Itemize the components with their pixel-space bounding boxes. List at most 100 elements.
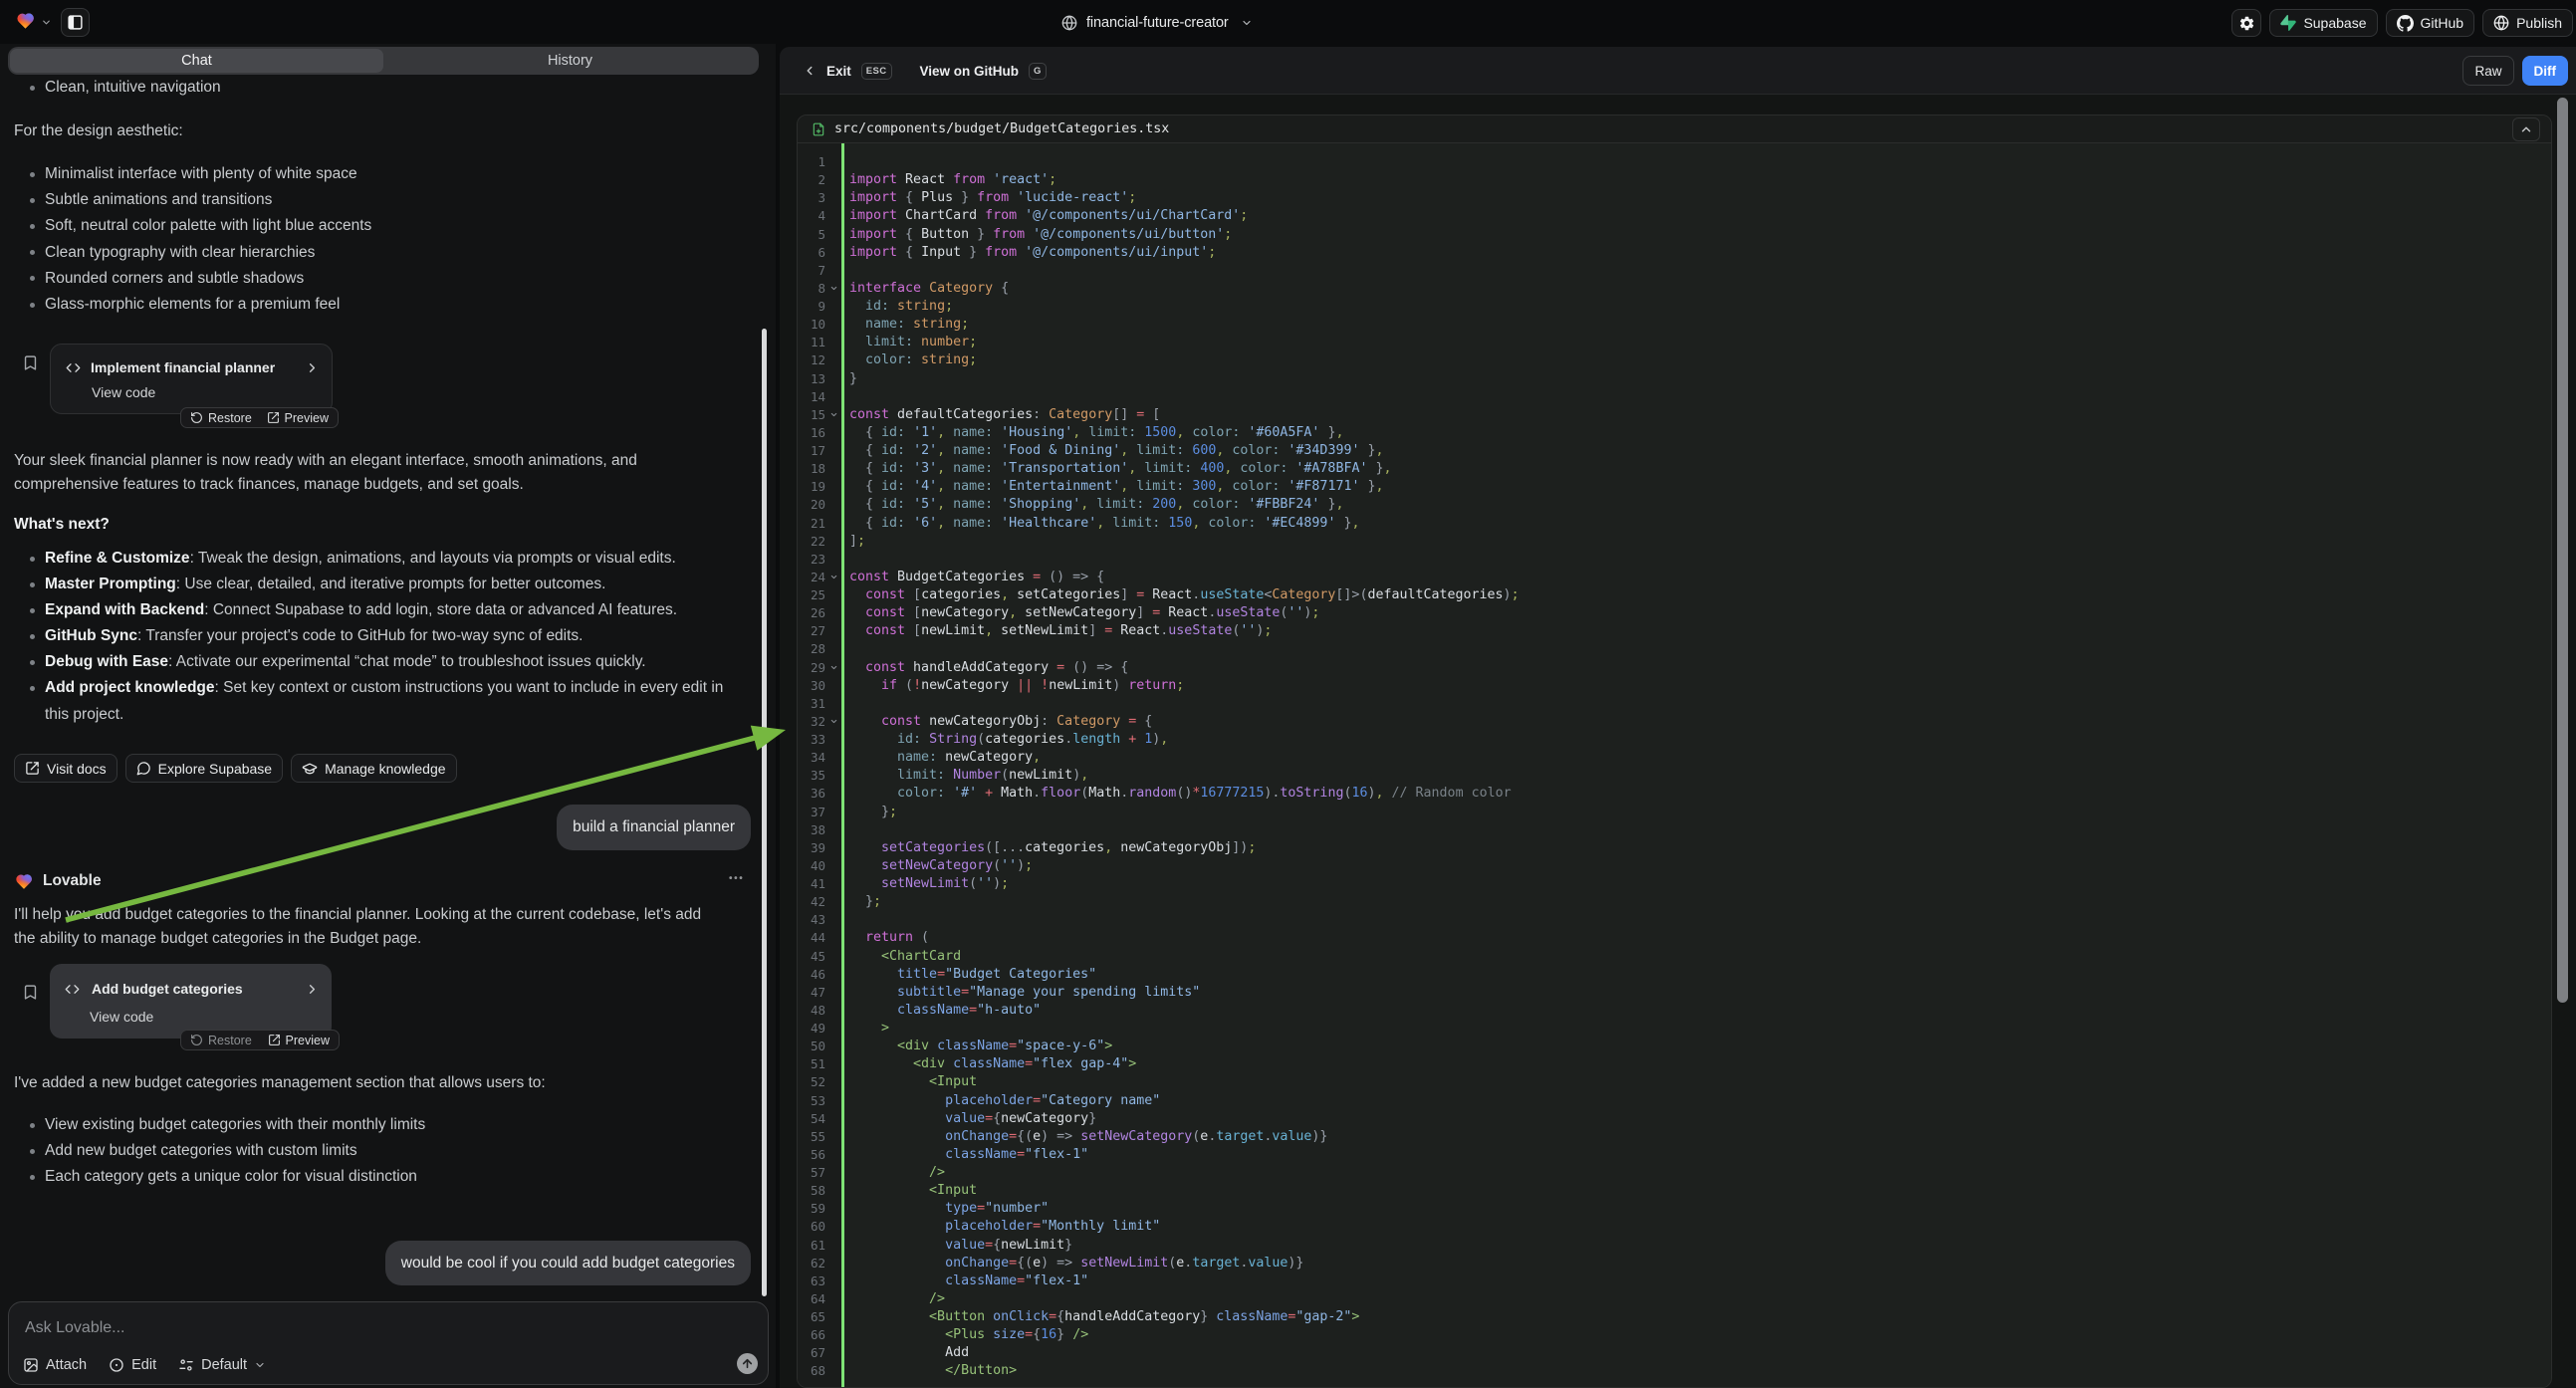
code-line-text: setNewLimit('');	[849, 875, 1009, 893]
attach-button[interactable]: Attach	[23, 1357, 87, 1373]
fold-chevron-icon[interactable]	[829, 410, 838, 419]
fold-chevron-icon[interactable]	[829, 663, 838, 672]
version-card-add-budget-categories[interactable]: Add budget categories View code	[50, 964, 332, 1039]
tab-chat[interactable]: Chat	[10, 49, 383, 73]
code-token: 150	[1160, 516, 1192, 531]
fold-chevron-icon[interactable]	[829, 717, 838, 726]
code-token: ()	[1176, 786, 1192, 801]
line-number: 10	[798, 316, 825, 334]
version-card-title: Implement financial planner	[91, 359, 275, 375]
code-line: 53 placeholder="Category name"	[798, 1092, 2551, 1110]
code-token: "gap-2"	[1295, 1309, 1351, 1324]
line-number: 9	[798, 298, 825, 316]
code-token: setNewLimit	[993, 623, 1088, 638]
code-token: id:	[849, 732, 921, 747]
fold-chevron-icon[interactable]	[829, 284, 838, 293]
code-token: {	[849, 497, 881, 512]
bullet-bold-lead: Expand with Backend	[45, 601, 204, 618]
code-token: <Input	[849, 1074, 977, 1089]
code-line: 54 value={newCategory}	[798, 1110, 2551, 1128]
version-card-implement-financial-planner[interactable]: Implement financial planner View code	[50, 344, 333, 414]
code-token: ,	[937, 497, 945, 512]
bullet-item: Debug with Ease: Activate our experiment…	[14, 649, 751, 675]
code-panel-scrollbar[interactable]	[2557, 98, 2568, 1003]
code-token: "flex gap-4"	[1033, 1056, 1128, 1071]
fold-chevron-icon[interactable]	[829, 573, 838, 581]
code-token: ,	[1160, 732, 1168, 747]
line-number: 32	[798, 713, 825, 731]
edit-mode-button[interactable]: Edit	[109, 1357, 156, 1373]
bullet-item: Glass-morphic elements for a premium fee…	[14, 292, 736, 318]
code-line-text: { id: '3', name: 'Transportation', limit…	[849, 460, 1392, 478]
explore-supabase-button[interactable]: Explore Supabase	[125, 754, 283, 783]
supabase-button[interactable]: Supabase	[2269, 9, 2377, 37]
code-token: [	[905, 587, 921, 602]
view-code-link[interactable]: View code	[51, 375, 332, 400]
restore-button[interactable]: Restore	[190, 411, 252, 425]
code-token: ;	[1512, 587, 1520, 602]
preview-button[interactable]: Preview	[267, 411, 329, 425]
code-token: '@/components/ui/input'	[1017, 245, 1208, 260]
github-button[interactable]: GitHub	[2386, 9, 2475, 37]
code-line: 45 <ChartCard	[798, 948, 2551, 966]
code-token: className	[849, 1003, 969, 1018]
preview-button[interactable]: Preview	[268, 1034, 330, 1047]
code-line-text: value={newCategory}	[849, 1110, 1096, 1128]
settings-button[interactable]	[2231, 9, 2261, 37]
publish-button[interactable]: Publish	[2482, 9, 2573, 37]
view-code-link[interactable]: View code	[50, 997, 332, 1025]
line-number: 66	[798, 1326, 825, 1344]
code-token: className	[929, 1039, 1009, 1053]
explore-supabase-label: Explore Supabase	[158, 761, 272, 777]
diff-button[interactable]: Diff	[2522, 56, 2569, 86]
lovable-logo-heart-icon[interactable]	[15, 10, 36, 31]
chat-input-box[interactable]: Ask Lovable... Attach Edit Default	[8, 1301, 769, 1385]
restore-button[interactable]: Restore	[190, 1034, 252, 1047]
exit-button[interactable]: Exit	[826, 64, 851, 79]
message-options-button[interactable]: •••	[729, 873, 744, 884]
raw-button[interactable]: Raw	[2462, 56, 2513, 86]
code-token: floor	[1041, 786, 1080, 801]
code-line: 43	[798, 911, 2551, 929]
code-token: newCategory	[921, 678, 1009, 693]
visit-docs-button[interactable]: Visit docs	[14, 754, 117, 783]
code-line: 44 return (	[798, 929, 2551, 947]
file-header[interactable]: src/components/budget/BudgetCategories.t…	[798, 116, 2551, 143]
line-number: 42	[798, 893, 825, 911]
code-line-text: limit: number;	[849, 334, 977, 351]
view-on-github-button[interactable]: View on GitHub	[920, 64, 1020, 79]
logo-chevron-down-icon[interactable]	[41, 17, 52, 28]
collapse-file-button[interactable]	[2512, 117, 2540, 141]
code-line: 4import ChartCard from '@/components/ui/…	[798, 207, 2551, 225]
mode-selector[interactable]: Default	[178, 1357, 266, 1373]
chat-scroll-area[interactable]: Clean, intuitive navigation For the desi…	[0, 74, 776, 1301]
code-editor-area[interactable]: 12import React from 'react';3import { Pl…	[798, 143, 2551, 1388]
code-line-text: { id: '5', name: 'Shopping', limit: 200,…	[849, 496, 1343, 514]
code-toolbar-left: Exit ESC View on GitHub G	[803, 47, 1047, 95]
project-selector[interactable]: financial-future-creator	[1061, 8, 1253, 37]
project-name: financial-future-creator	[1086, 15, 1229, 31]
code-token: '#EC4899'	[1256, 516, 1335, 531]
chevron-right-icon[interactable]	[305, 982, 320, 997]
code-token: ;	[1001, 876, 1009, 891]
bookmark-icon[interactable]	[22, 354, 39, 371]
code-token: limit:	[1088, 497, 1144, 512]
lovable-heart-icon	[14, 871, 34, 891]
code-token: color:	[1200, 516, 1256, 531]
code-token: />	[849, 1291, 945, 1306]
send-button[interactable]	[737, 1353, 758, 1374]
code-token: className	[1208, 1309, 1288, 1324]
bookmark-icon[interactable]	[22, 984, 39, 1001]
line-number: 20	[798, 496, 825, 514]
manage-knowledge-button[interactable]: Manage knowledge	[291, 754, 456, 783]
code-token: }	[849, 894, 873, 909]
code-token: ) =>	[1041, 1256, 1072, 1271]
code-line-text: const [categories, setCategories] = Reac…	[849, 586, 1520, 604]
code-line: 14	[798, 388, 2551, 406]
tab-history[interactable]: History	[383, 49, 757, 73]
sidebar-toggle-button[interactable]	[61, 8, 90, 37]
chevron-right-icon[interactable]	[305, 360, 320, 375]
bullet-item: Add project knowledge: Set key context o…	[14, 675, 751, 727]
chat-scrollbar[interactable]	[762, 329, 767, 1296]
code-token: type	[849, 1201, 977, 1216]
